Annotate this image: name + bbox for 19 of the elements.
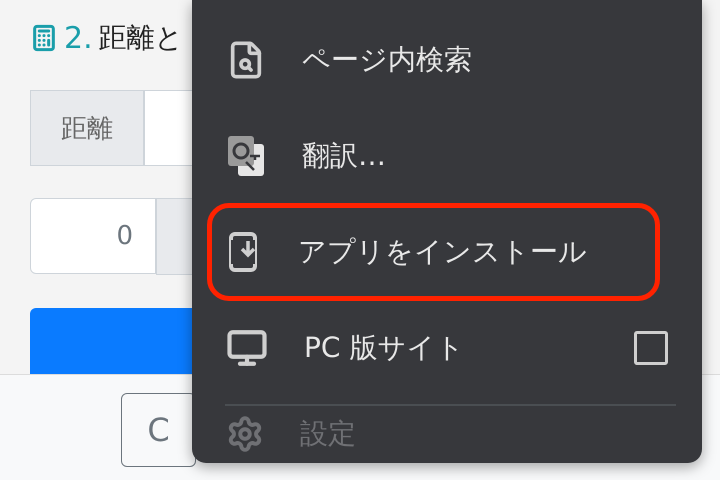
time-input[interactable]: 0 [30, 198, 156, 274]
menu-item[interactable]: PC 版サイト [192, 300, 702, 396]
monitor-icon [226, 327, 268, 369]
checkbox[interactable] [634, 331, 668, 365]
menu-item[interactable]: ページ内検索 [192, 12, 702, 108]
menu-item[interactable]: 翻訳… [192, 108, 702, 204]
settings-icon [226, 415, 264, 453]
section-number: 2. [64, 20, 93, 56]
calculator-icon [30, 24, 58, 52]
clear-button[interactable]: C [121, 393, 196, 467]
translate-icon [226, 134, 266, 178]
menu-item-label: 設定 [300, 416, 357, 452]
menu-item-label: ページ内検索 [302, 42, 473, 78]
menu-item-label: アプリをインストール [298, 234, 588, 270]
distance-label: 距離 [30, 90, 144, 166]
menu-item-label: PC 版サイト [304, 330, 466, 366]
menu-item-label: 翻訳… [302, 138, 387, 174]
menu-item[interactable]: アプリをインストール [192, 204, 702, 300]
section-title: 距離と [98, 20, 184, 56]
